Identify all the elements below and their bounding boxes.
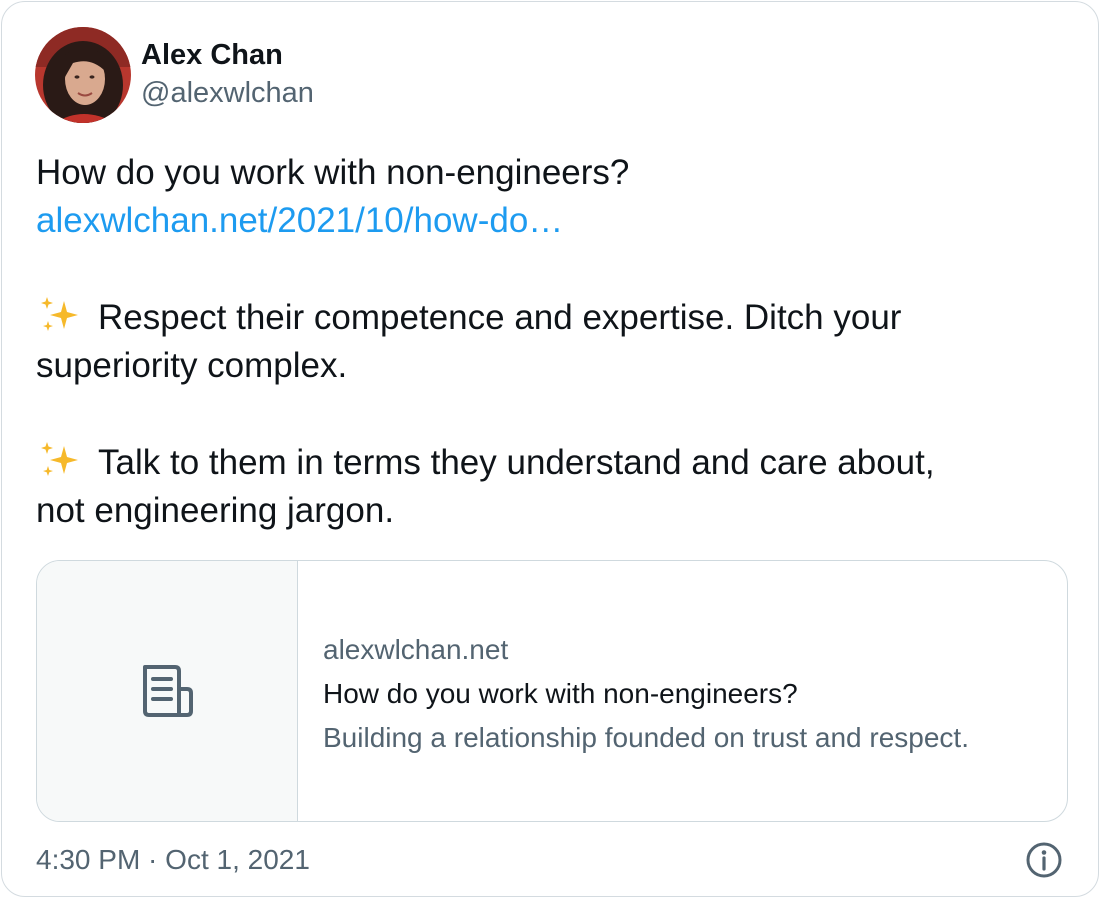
article-link[interactable]: alexwlchan.net/2021/10/how-do…	[36, 201, 563, 240]
point-1: Respect their competence and expertise. …	[36, 294, 1076, 342]
point-2-line-2: not engineering jargon.	[36, 491, 395, 530]
tweet-line-question: How do you work with non-engineers?	[36, 153, 630, 192]
card-domain: alexwlchan.net	[323, 634, 509, 665]
card-text: alexwlchan.net How do you work with non-…	[298, 561, 969, 821]
author-names: Alex Chan @alexwlchan	[141, 37, 314, 113]
tweet-timestamp[interactable]: 4:30 PM · Oct 1, 2021	[36, 840, 310, 880]
display-name[interactable]: Alex Chan	[141, 37, 314, 73]
point-1-line-2: superiority complex.	[36, 346, 348, 385]
article-icon	[143, 665, 193, 717]
avatar-image	[35, 27, 131, 123]
point-2-line-1: Talk to them in terms they understand an…	[98, 443, 935, 482]
info-icon[interactable]	[1025, 841, 1063, 879]
card-title: How do you work with non-engineers?	[323, 678, 798, 709]
user-handle[interactable]: @alexwlchan	[141, 73, 314, 113]
card-description: Building a relationship founded on trust…	[323, 722, 969, 753]
tweet-text: How do you work with non-engineers? alex…	[36, 149, 1076, 535]
link-preview-card[interactable]: alexwlchan.net How do you work with non-…	[36, 560, 1068, 822]
point-2: Talk to them in terms they understand an…	[36, 439, 1076, 487]
tweet-header: Alex Chan @alexwlchan	[35, 26, 314, 124]
point-1-line-1: Respect their competence and expertise. …	[98, 298, 902, 337]
sparkles-icon	[41, 297, 78, 331]
card-thumbnail	[37, 561, 298, 821]
avatar[interactable]	[35, 27, 131, 123]
tweet-embed: Alex Chan @alexwlchan How do you work wi…	[1, 1, 1099, 897]
sparkles-icon	[41, 442, 78, 476]
